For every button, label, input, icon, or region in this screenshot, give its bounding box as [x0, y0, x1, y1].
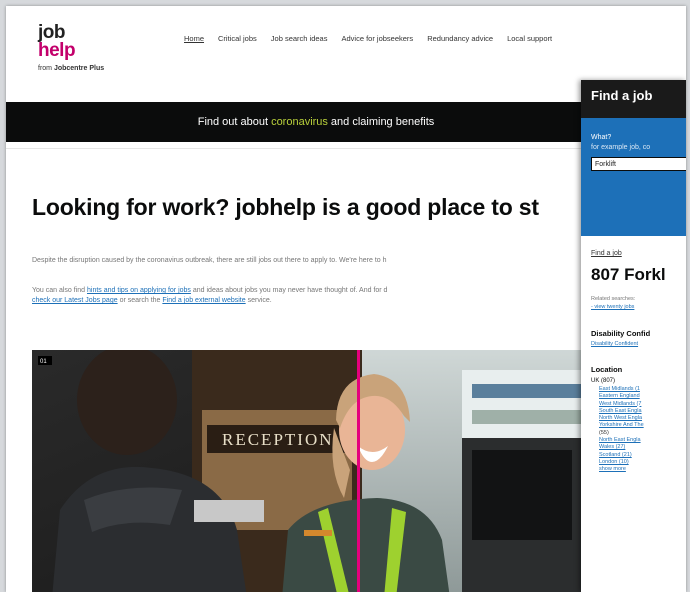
tips-paragraph: You can also find hints and tips on appl… [32, 287, 388, 304]
find-a-job-title: Find a job [581, 80, 686, 118]
find-a-job-overlay: Find a job What? for example job, co For… [581, 80, 686, 592]
page-heading: Looking for work? jobhelp is a good plac… [32, 194, 539, 220]
location-item[interactable]: East Midlands (1 [599, 386, 686, 393]
location-item[interactable]: Yorkshire And The [599, 422, 686, 429]
main-nav: Home Critical jobs Job search ideas Advi… [184, 34, 552, 43]
location-uk: UK (807) [591, 378, 616, 384]
nav-advice-for-jobseekers[interactable]: Advice for jobseekers [341, 34, 413, 43]
hero-photo: RECEPTION 01 [32, 350, 588, 592]
related-searches: Related searches: - view twenty jobs [591, 295, 686, 311]
find-a-job-link[interactable]: Find a job external website [162, 297, 245, 304]
nav-redundancy-advice[interactable]: Redundancy advice [427, 34, 493, 43]
results-count: 807 Forkl [591, 265, 666, 284]
nav-local-support[interactable]: Local support [507, 34, 552, 43]
hero-image: RECEPTION 01 [32, 350, 588, 592]
location-list: East Midlands (1 Eastern England West Mi… [599, 386, 686, 474]
browser-page: job help from Jobcentre Plus Home Critic… [6, 6, 686, 592]
related-search-link[interactable]: - view twenty jobs [591, 303, 686, 311]
location-item[interactable]: West Midlands (7 [599, 401, 686, 408]
disability-confident-heading: Disability Confid [591, 329, 651, 338]
hints-tips-link[interactable]: hints and tips on applying for jobs [87, 287, 191, 294]
location-item[interactable]: North East Engla [599, 437, 686, 444]
intro-paragraph: Despite the disruption caused by the cor… [32, 257, 387, 264]
nav-critical-jobs[interactable]: Critical jobs [218, 34, 257, 43]
banner-coronavirus-link[interactable]: coronavirus [271, 116, 328, 128]
logo-help: help [38, 40, 76, 61]
coronavirus-banner[interactable]: Find out about coronavirus and claiming … [6, 102, 606, 142]
breadcrumb-find-a-job[interactable]: Find a job [591, 250, 686, 257]
search-box: What? for example job, co Forklift [581, 118, 686, 236]
nav-job-search-ideas[interactable]: Job search ideas [271, 34, 328, 43]
latest-jobs-link[interactable]: check our Latest Jobs page [32, 297, 118, 304]
banner-text-before: Find out about [197, 116, 269, 128]
jobhelp-logo[interactable]: job help from Jobcentre Plus [38, 23, 105, 72]
what-hint: for example job, co [591, 144, 651, 151]
job-search-input[interactable]: Forklift [591, 157, 686, 171]
location-item[interactable]: London (10) [599, 459, 686, 466]
location-item[interactable]: Eastern England [599, 393, 686, 400]
disability-confident-link[interactable]: Disability Confident [591, 341, 686, 347]
show-more-link[interactable]: show more [599, 466, 686, 473]
logo-from: from Jobcentre Plus [38, 65, 105, 72]
header-divider [6, 148, 586, 149]
hero-badge: 01 [40, 359, 47, 365]
location-heading: Location [591, 365, 623, 374]
location-item[interactable]: Scotland (21) [599, 452, 686, 459]
location-item[interactable]: Wales (27) [599, 444, 686, 451]
what-label: What? [591, 134, 612, 141]
location-item[interactable]: North West Engla [599, 415, 686, 422]
nav-home[interactable]: Home [184, 34, 204, 43]
reception-sign: RECEPTION [222, 430, 334, 449]
banner-text-after: and claiming benefits [330, 116, 435, 128]
location-item[interactable]: South East Engla [599, 408, 686, 415]
location-item-count: (55) [599, 429, 609, 436]
